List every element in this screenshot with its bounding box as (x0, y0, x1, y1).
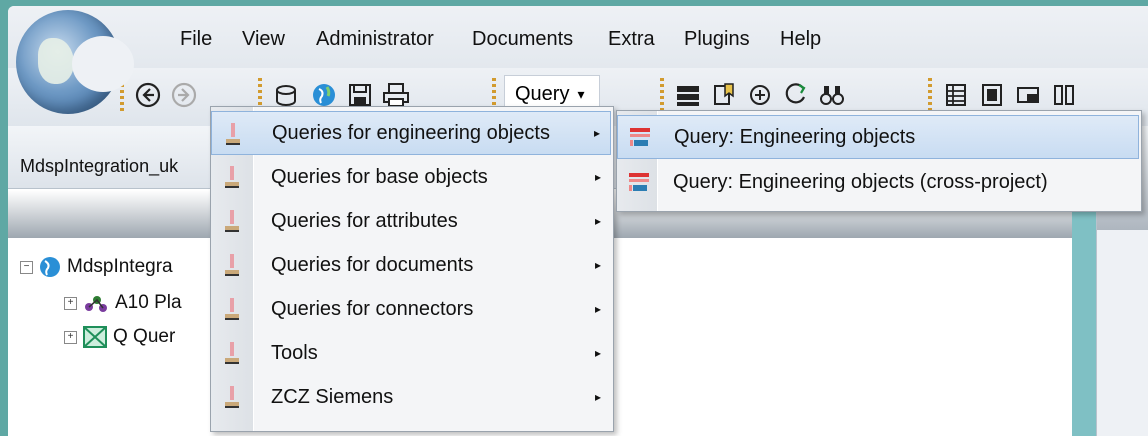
menu-item-attribute-queries[interactable]: Queries for attributes ▸ (211, 199, 611, 243)
columns-icon (1054, 85, 1074, 105)
tree-node-queries[interactable]: + Q Quer (64, 326, 175, 348)
tree-node-label: A10 Pla (115, 292, 182, 313)
query-dropdown-label: Query (515, 82, 570, 105)
tree-node-plant[interactable]: + A10 Pla (64, 292, 182, 314)
back-arrow-icon (135, 82, 161, 108)
window-button[interactable] (1012, 79, 1044, 111)
submenu-arrow-icon: ▸ (594, 258, 601, 272)
menu-item-label: Queries for engineering objects (272, 121, 550, 144)
menu-item-engineering-queries[interactable]: Queries for engineering objects ▸ (211, 111, 611, 155)
link-icon (750, 85, 770, 105)
menu-item-zcz-siemens[interactable]: ZCZ Siemens ▸ (211, 375, 611, 419)
query-folder-icon (83, 326, 107, 348)
list-button[interactable] (940, 79, 972, 111)
menu-item-label: Queries for documents (271, 253, 474, 276)
window-icon (1017, 87, 1039, 103)
menu-bar: File View Administrator Documents Extra … (8, 6, 1148, 68)
submenu-arrow-icon: ▸ (594, 390, 601, 404)
bookmark-icon (714, 83, 734, 105)
menu-item-tools[interactable]: Tools ▸ (211, 331, 611, 375)
plant-structure-icon (85, 296, 107, 312)
expand-icon[interactable]: + (64, 330, 77, 344)
query-category-icon (224, 121, 242, 147)
panel-button[interactable] (976, 79, 1008, 111)
floppy-disk-icon (349, 84, 371, 106)
columns-button[interactable] (1048, 79, 1080, 111)
submenu-item-engineering-objects-cross-project[interactable]: Query: Engineering objects (cross-projec… (617, 161, 1139, 205)
stack-icon (677, 86, 699, 106)
bookmark-button[interactable] (708, 79, 740, 111)
search-button[interactable] (816, 79, 848, 111)
tree-node-project[interactable]: − MdspIntegra (20, 256, 173, 278)
submenu-arrow-icon: ▸ (594, 302, 601, 316)
stack-button[interactable] (672, 79, 704, 111)
menu-view[interactable]: View (242, 28, 285, 51)
list-icon (946, 84, 966, 106)
printer-icon (383, 83, 409, 107)
query-category-icon (223, 164, 241, 190)
menu-administrator[interactable]: Administrator (316, 28, 434, 51)
globe-icon (40, 257, 60, 277)
query-menu: Queries for engineering objects ▸ Querie… (210, 106, 614, 432)
logo-c-cutout (72, 36, 134, 92)
refresh-icon (785, 83, 806, 104)
menu-item-label: Queries for connectors (271, 297, 474, 320)
submenu-arrow-icon: ▸ (594, 170, 601, 184)
refresh-button[interactable] (780, 79, 812, 111)
menu-help[interactable]: Help (780, 28, 821, 51)
tree-node-label: MdspIntegra (67, 256, 173, 277)
chevron-down-icon: ▾ (577, 85, 585, 102)
engineering-queries-submenu: Query: Engineering objects Query: Engine… (616, 110, 1142, 212)
query-category-icon (223, 252, 241, 278)
submenu-item-label: Query: Engineering objects (674, 126, 916, 148)
submenu-item-label: Query: Engineering objects (cross-projec… (673, 171, 1048, 193)
menu-item-label: ZCZ Siemens (271, 385, 394, 408)
menu-item-connector-queries[interactable]: Queries for connectors ▸ (211, 287, 611, 331)
menu-item-label: Tools (271, 341, 318, 364)
query-category-icon (223, 208, 241, 234)
database-icon (276, 85, 296, 106)
logo-continent-shape (38, 38, 74, 84)
back-button[interactable] (132, 79, 164, 111)
globe-icon (313, 84, 335, 106)
submenu-arrow-icon: ▸ (594, 346, 601, 360)
app-window: File View Administrator Documents Extra … (8, 6, 1148, 436)
menu-plugins[interactable]: Plugins (684, 28, 750, 51)
forward-button[interactable] (168, 79, 200, 111)
app-logo (16, 10, 134, 114)
submenu-item-engineering-objects[interactable]: Query: Engineering objects (617, 115, 1139, 159)
query-category-icon (223, 340, 241, 366)
tree-node-label: Q Quer (113, 326, 176, 347)
submenu-arrow-icon: ▸ (594, 214, 601, 228)
expand-icon[interactable]: + (64, 296, 77, 310)
menu-item-label: Queries for base objects (271, 165, 488, 188)
binoculars-icon (820, 86, 844, 105)
menu-item-document-queries[interactable]: Queries for documents ▸ (211, 243, 611, 287)
menu-file[interactable]: File (180, 28, 212, 51)
submenu-arrow-icon: ▸ (593, 126, 600, 140)
toolbar-grip[interactable] (660, 78, 664, 112)
menu-item-base-queries[interactable]: Queries for base objects ▸ (211, 155, 611, 199)
forward-arrow-icon (171, 82, 197, 108)
query-table-icon (628, 126, 652, 150)
query-table-icon (627, 171, 651, 195)
menu-extra[interactable]: Extra (608, 28, 655, 51)
panel-icon (982, 84, 1002, 106)
query-category-icon (223, 384, 241, 410)
project-pane-title: MdspIntegration_uk (20, 156, 179, 176)
menu-documents[interactable]: Documents (472, 28, 573, 51)
collapse-icon[interactable]: − (20, 260, 33, 274)
menu-item-label: Queries for attributes (271, 209, 458, 232)
link-button[interactable] (744, 79, 776, 111)
toolbar-grip[interactable] (928, 78, 932, 112)
query-category-icon (223, 296, 241, 322)
